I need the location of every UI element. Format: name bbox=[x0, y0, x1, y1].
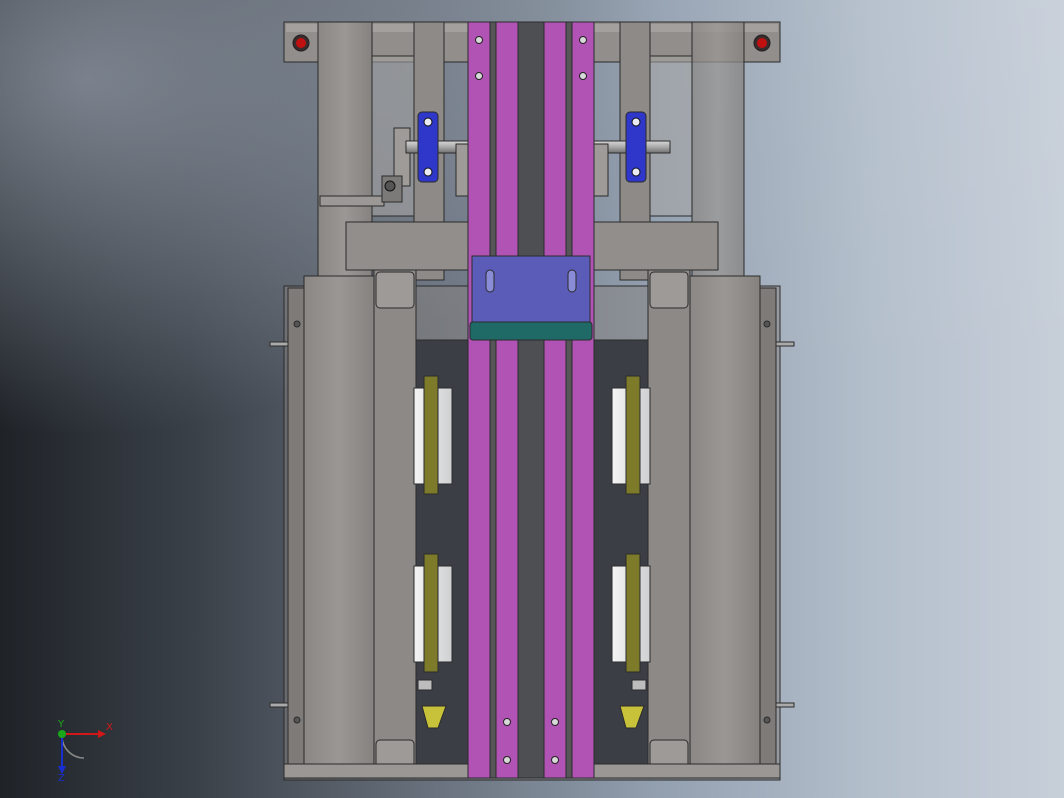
center-bracket bbox=[469, 255, 593, 341]
rail-3 bbox=[543, 21, 567, 779]
pad-right-upper bbox=[625, 375, 641, 495]
lift-rails bbox=[467, 21, 595, 779]
pad-left-upper bbox=[423, 375, 439, 495]
pad-left-lower bbox=[423, 553, 439, 673]
rail-1 bbox=[467, 21, 491, 779]
y-axis-dot-icon bbox=[58, 730, 66, 738]
rail-4 bbox=[571, 21, 595, 779]
rail-2 bbox=[495, 21, 519, 779]
cad-viewport[interactable]: X Y Z bbox=[0, 0, 1064, 798]
coordinate-triad: X Y Z bbox=[57, 719, 113, 782]
right-clamp-arm bbox=[689, 275, 761, 777]
z-axis-label: Z bbox=[58, 773, 65, 782]
assembly-model[interactable] bbox=[0, 0, 1064, 798]
left-clamp-arm bbox=[303, 275, 375, 777]
pad-right-lower bbox=[625, 553, 641, 673]
y-axis-label: Y bbox=[57, 719, 65, 730]
x-axis-label: X bbox=[106, 722, 113, 733]
teal-guide-bar bbox=[469, 321, 593, 341]
